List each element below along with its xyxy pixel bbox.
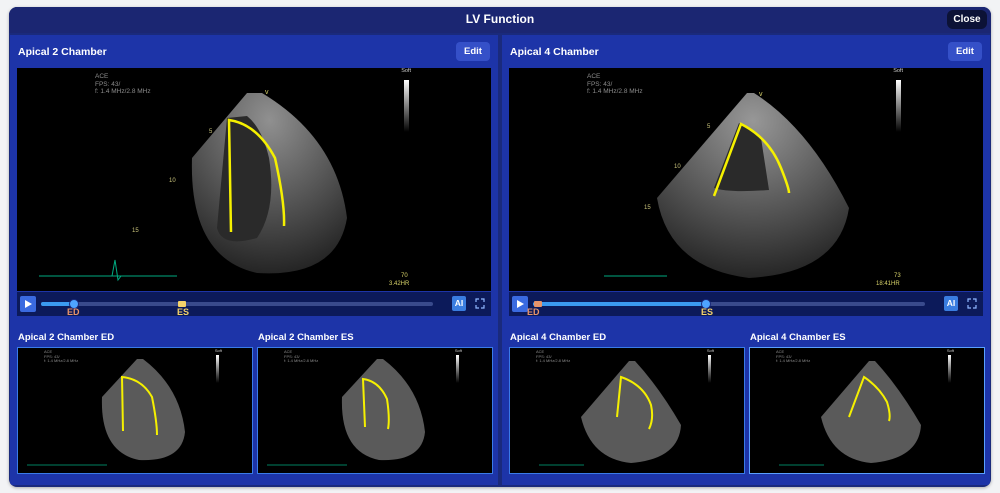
depth-mark-10: 10	[674, 164, 681, 170]
es-label: ES	[701, 307, 714, 317]
lv-function-window: LV Function Close Apical 2 Chamber Edit …	[9, 7, 991, 487]
thumb-title: Apical 2 Chamber ES	[258, 332, 354, 343]
hr-label: 18:41HR	[876, 281, 900, 287]
playback-controls: AI	[17, 292, 491, 316]
ai-button[interactable]: AI	[452, 296, 466, 311]
thumbnail-es[interactable]: ACE FPS: 43/ f: 1.4 MHz/2.8 MHz Soft	[749, 347, 985, 474]
playback-slider[interactable]	[533, 299, 925, 309]
v-marker: v	[759, 91, 763, 98]
panel-title: Apical 4 Chamber	[510, 46, 599, 58]
thumbnail-ed[interactable]: ACE FPS: 43/ f: 1.4 MHz/2.8 MHz Soft	[17, 347, 253, 474]
playback-slider[interactable]	[41, 299, 433, 309]
play-button[interactable]	[20, 296, 36, 312]
es-label: ES	[177, 307, 190, 317]
depth-mark-15: 15	[644, 205, 651, 211]
echo-viewer[interactable]: ACE FPS: 43/ f: 1.4 MHz/2.8 MHz Soft v 5	[509, 68, 983, 291]
depth-mark-10: 10	[169, 178, 176, 184]
slider-fill	[533, 302, 706, 306]
close-button[interactable]: Close	[947, 10, 987, 29]
thumb-image	[779, 361, 921, 466]
title-bar: LV Function Close	[9, 7, 991, 33]
panel-title: Apical 2 Chamber	[18, 46, 107, 58]
fullscreen-icon[interactable]	[965, 296, 979, 311]
fullscreen-icon[interactable]	[473, 296, 487, 311]
thumb-title: Apical 2 Chamber ED	[18, 332, 115, 343]
thumbnail-ed[interactable]: ACE FPS: 43/ f: 1.4 MHz/2.8 MHz Soft	[509, 347, 745, 474]
hr-value: 70	[401, 273, 408, 279]
thumb-title: Apical 4 Chamber ES	[750, 332, 846, 343]
thumbnail-es[interactable]: ACE FPS: 43/ f: 1.4 MHz/2.8 MHz Soft	[257, 347, 493, 474]
window-title: LV Function	[465, 12, 535, 26]
echo-viewer[interactable]: ACE FPS: 43/ f: 1.4 MHz/2.8 MHz Soft v 5…	[17, 68, 491, 291]
edit-button[interactable]: Edit	[456, 42, 490, 61]
thumb-title: Apical 4 Chamber ED	[510, 332, 607, 343]
echo-image: v	[604, 91, 849, 278]
thumb-image	[267, 359, 425, 466]
hr-value: 73	[894, 273, 901, 279]
edit-button[interactable]: Edit	[948, 42, 982, 61]
depth-mark-5: 5	[707, 124, 711, 130]
ai-button[interactable]: AI	[944, 296, 958, 311]
panel-apical-2-chamber: Apical 2 Chamber Edit ACE FPS: 43/ f: 1.…	[10, 35, 498, 485]
ecg-complex	[111, 259, 122, 282]
thumb-image	[27, 359, 185, 466]
ed-label: ED	[67, 307, 80, 317]
hr-label: 3.42HR	[389, 281, 410, 287]
ed-label: ED	[527, 307, 540, 317]
play-button[interactable]	[512, 296, 528, 312]
playback-controls: AI	[509, 292, 983, 316]
depth-mark-15: 15	[132, 228, 139, 234]
echo-image: v	[39, 89, 347, 282]
v-marker: v	[265, 89, 269, 96]
panel-apical-4-chamber: Apical 4 Chamber Edit ACE FPS: 43/ f: 1.…	[502, 35, 990, 485]
thumb-image	[539, 361, 681, 466]
depth-mark-5: 5	[209, 129, 213, 135]
